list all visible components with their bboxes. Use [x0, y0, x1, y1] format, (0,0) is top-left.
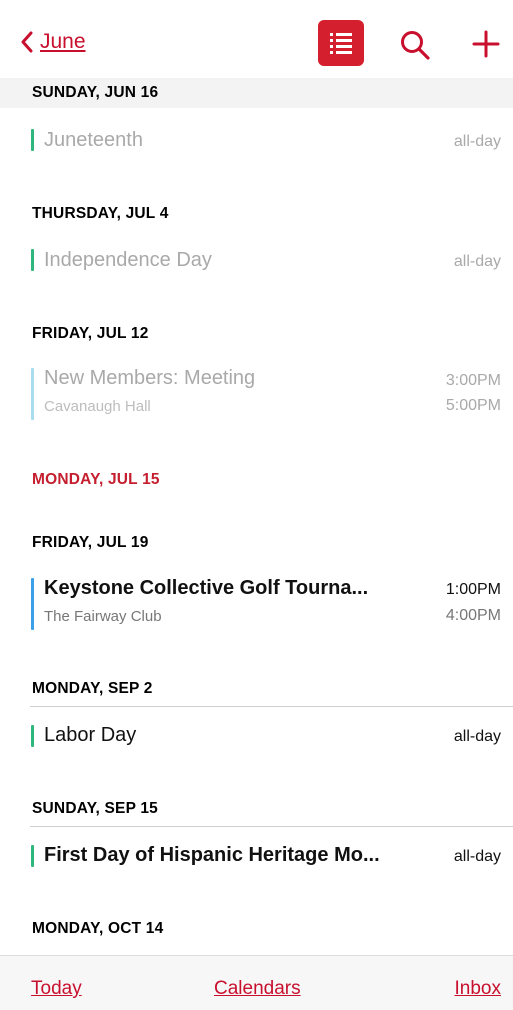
- calendar-color-bar: [31, 249, 34, 271]
- date-header-label: MONDAY, OCT 14: [32, 920, 164, 937]
- event-time: all-day: [453, 133, 501, 150]
- event-location: Cavanaugh Hall: [44, 398, 151, 415]
- search-button[interactable]: [398, 28, 432, 62]
- search-icon: [401, 31, 430, 60]
- event-row-new-members-meeting[interactable]: New Members: Meeting Cavanaugh Hall 3:00…: [0, 364, 513, 424]
- navigation-bar: June: [0, 0, 513, 78]
- event-title: First Day of Hispanic Heritage Mo...: [44, 844, 380, 866]
- back-button-label: June: [40, 30, 86, 53]
- back-button[interactable]: June: [20, 30, 86, 54]
- date-header: MONDAY, SEP 2: [0, 674, 513, 704]
- event-start-time: 3:00PM: [445, 372, 501, 389]
- event-title: Keystone Collective Golf Tourna...: [44, 577, 369, 599]
- calendar-color-bar: [31, 578, 34, 630]
- add-event-button[interactable]: [470, 28, 502, 60]
- date-header-today: MONDAY, JUL 15: [0, 465, 513, 495]
- calendar-color-bar: [31, 129, 34, 151]
- event-time: all-day: [453, 253, 501, 270]
- today-button[interactable]: Today: [31, 978, 82, 1000]
- list-view-button[interactable]: [318, 20, 364, 66]
- date-header-label: THURSDAY, JUL 4: [32, 205, 169, 222]
- event-row-labor-day[interactable]: Labor Day all-day: [0, 718, 513, 758]
- date-header: MONDAY, OCT 14: [0, 914, 513, 944]
- event-row-hispanic-heritage[interactable]: First Day of Hispanic Heritage Mo... all…: [0, 838, 513, 878]
- event-row-juneteenth[interactable]: Juneteenth all-day: [0, 122, 513, 162]
- event-time: all-day: [453, 728, 501, 745]
- event-end-time: 5:00PM: [445, 397, 501, 414]
- date-header: FRIDAY, JUL 12: [0, 319, 513, 349]
- event-title: Juneteenth: [44, 129, 143, 151]
- event-location: The Fairway Club: [44, 608, 162, 625]
- event-title: New Members: Meeting: [44, 367, 256, 389]
- plus-icon: [472, 30, 500, 58]
- event-title: Independence Day: [44, 249, 212, 271]
- date-header: SUNDAY, JUN 16: [0, 78, 513, 108]
- calendar-color-bar: [31, 845, 34, 867]
- date-header-label: MONDAY, SEP 2: [32, 680, 153, 697]
- date-header-label: MONDAY, JUL 15: [32, 471, 160, 488]
- event-title: Labor Day: [44, 724, 137, 746]
- date-header-label: FRIDAY, JUL 12: [32, 325, 149, 342]
- event-end-time: 4:00PM: [445, 607, 501, 624]
- date-header: FRIDAY, JUL 19: [0, 528, 513, 558]
- event-start-time: 1:00PM: [445, 581, 501, 598]
- date-header: THURSDAY, JUL 4: [0, 199, 513, 229]
- calendar-color-bar: [31, 368, 34, 420]
- event-time: all-day: [453, 848, 501, 865]
- chevron-left-icon: [21, 31, 33, 53]
- event-row-golf-tournament[interactable]: Keystone Collective Golf Tourna... The F…: [0, 574, 513, 634]
- date-header-label: SUNDAY, SEP 15: [32, 800, 159, 817]
- date-header-label: SUNDAY, JUN 16: [32, 84, 159, 101]
- calendars-button[interactable]: Calendars: [214, 978, 301, 1000]
- calendar-color-bar: [31, 725, 34, 747]
- section-divider: [30, 706, 513, 707]
- list-icon: [330, 33, 352, 54]
- inbox-button[interactable]: Inbox: [455, 978, 501, 1000]
- section-divider: [30, 826, 513, 827]
- date-header-label: FRIDAY, JUL 19: [32, 534, 149, 551]
- date-header: SUNDAY, SEP 15: [0, 794, 513, 824]
- bottom-toolbar: Today Calendars Inbox: [0, 955, 513, 1010]
- event-row-independence-day[interactable]: Independence Day all-day: [0, 242, 513, 282]
